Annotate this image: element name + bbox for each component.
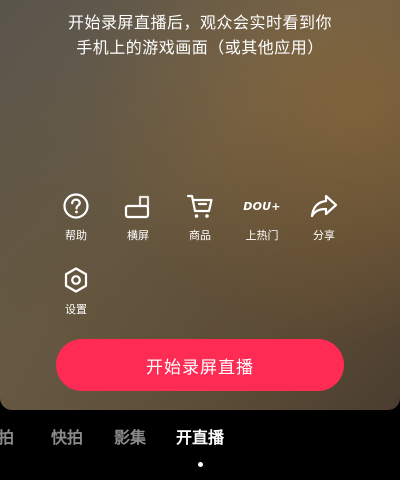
live-screen: 开始录屏直播后，观众会实时看到你 手机上的游戏画面（或其他应用） 帮助 横屏 商… [0, 0, 400, 480]
settings-label: 设置 [65, 303, 87, 316]
start-screen-live-button[interactable]: 开始录屏直播 [56, 339, 344, 391]
settings-button[interactable]: 设置 [44, 265, 108, 317]
active-tab-indicator [198, 462, 203, 467]
preview-panel: 开始录屏直播后，观众会实时看到你 手机上的游戏画面（或其他应用） 帮助 横屏 商… [0, 0, 400, 410]
cart-icon [185, 191, 215, 221]
dou-plus-label: 上热门 [245, 229, 279, 242]
tab-quick-shot[interactable]: 快拍 [51, 424, 83, 448]
tab-photo[interactable]: 拍 [0, 424, 14, 448]
landscape-icon [123, 191, 153, 221]
dou-plus-button[interactable]: DOU+ 上热门 [230, 191, 294, 243]
share-button[interactable]: 分享 [292, 191, 356, 243]
tip-line-2: 手机上的游戏画面（或其他应用） [76, 38, 324, 57]
help-button[interactable]: 帮助 [44, 191, 108, 243]
products-label: 商品 [189, 229, 211, 242]
products-button[interactable]: 商品 [168, 191, 232, 243]
share-label: 分享 [313, 229, 335, 242]
dou-plus-icon: DOU+ [240, 191, 284, 221]
screen-record-tip: 开始录屏直播后，观众会实时看到你 手机上的游戏画面（或其他应用） [0, 10, 400, 60]
help-icon [61, 191, 91, 221]
landscape-label: 横屏 [127, 229, 149, 242]
landscape-button[interactable]: 横屏 [106, 191, 170, 243]
tab-album[interactable]: 影集 [114, 424, 146, 448]
tab-go-live[interactable]: 开直播 [176, 424, 224, 448]
share-icon [309, 191, 339, 221]
mode-tabs: 拍 快拍 影集 开直播 [0, 424, 400, 454]
dou-plus-text: DOU+ [243, 199, 281, 213]
help-label: 帮助 [65, 229, 87, 242]
settings-icon [61, 265, 91, 295]
tip-line-1: 开始录屏直播后，观众会实时看到你 [67, 13, 332, 32]
